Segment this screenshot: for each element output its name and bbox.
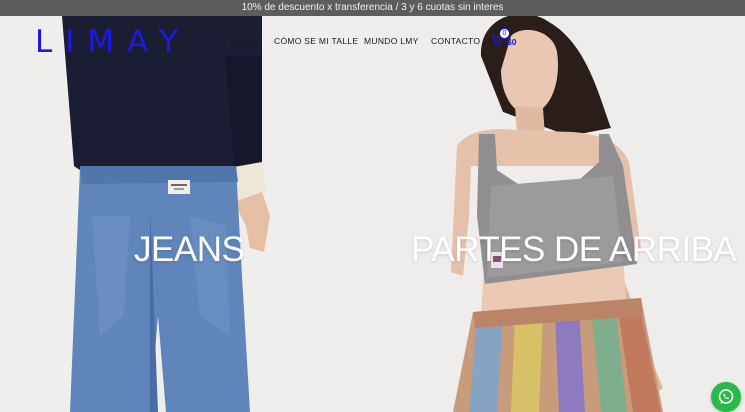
cart-total: $0 xyxy=(507,37,517,47)
hero-panel-partes-de-arriba[interactable]: PARTES DE ARRIBA xyxy=(373,16,745,412)
site-header: LIMAY TIENDA CÓMO SE MI TALLE MUNDO LMY … xyxy=(0,16,745,66)
hero-panel-jeans[interactable]: JEANS xyxy=(0,16,373,412)
promo-text: 10% de descuento x transferencia / 3 y 6… xyxy=(241,2,504,13)
site-logo[interactable]: LIMAY xyxy=(35,24,191,60)
nav-mundo-lmy[interactable]: MUNDO LMY xyxy=(364,36,419,46)
nav-como-se-mi-talle[interactable]: CÓMO SE MI TALLE xyxy=(274,36,358,46)
whatsapp-button[interactable] xyxy=(711,382,741,412)
whatsapp-icon xyxy=(718,389,734,404)
top-photo xyxy=(451,16,663,412)
promo-bar: 10% de descuento x transferencia / 3 y 6… xyxy=(0,0,745,16)
nav-contacto[interactable]: CONTACTO xyxy=(431,36,480,46)
cart-button[interactable]: 0 $0 xyxy=(490,28,524,50)
jeans-photo xyxy=(62,16,270,412)
nav-tienda[interactable]: TIENDA xyxy=(229,36,262,46)
